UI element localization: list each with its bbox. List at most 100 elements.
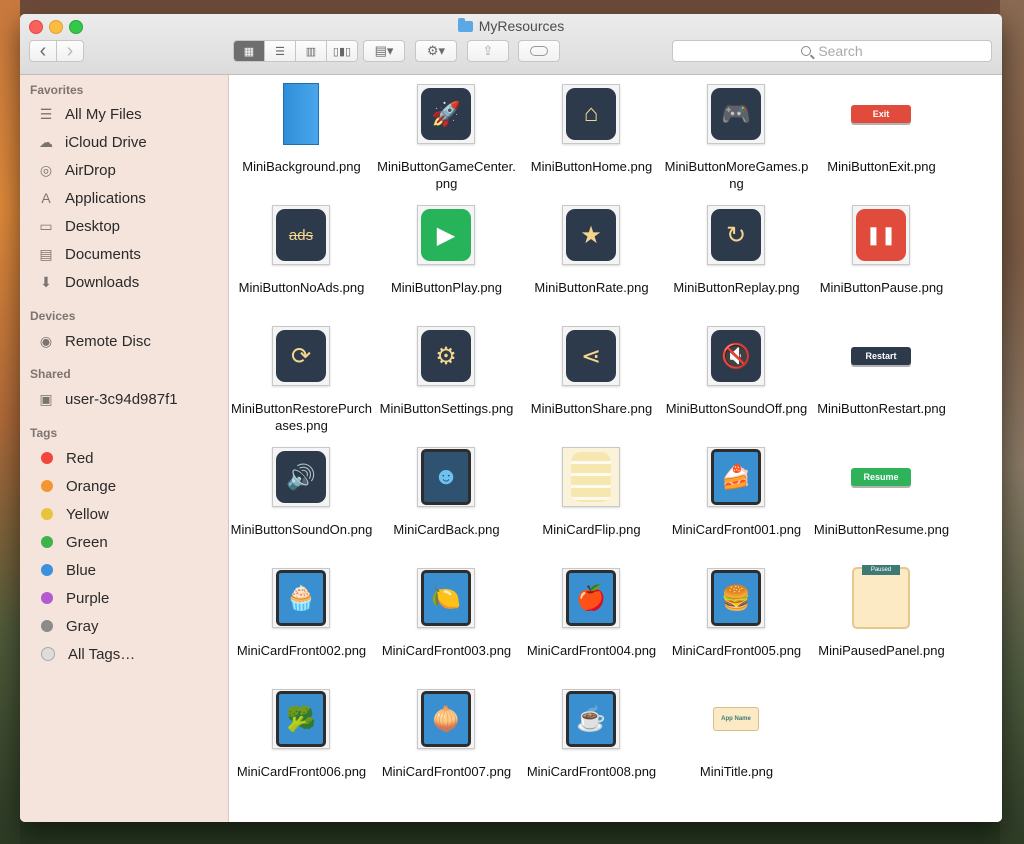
file-item[interactable]: 🍔 MiniCardFront005.png bbox=[664, 559, 809, 680]
sidebar-item-red[interactable]: Red bbox=[36, 445, 94, 471]
all-files-icon: ☰ bbox=[39, 105, 53, 122]
paused-panel-label: Paused bbox=[862, 565, 900, 575]
file-item[interactable]: ⚙ MiniButtonSettings.png bbox=[374, 317, 519, 438]
icon-view-button[interactable]: ▦ bbox=[234, 41, 265, 61]
file-item[interactable]: ☕ MiniCardFront008.png bbox=[519, 680, 664, 801]
file-thumbnail: 🧅 bbox=[416, 688, 476, 750]
sidebar-item-all-tags[interactable]: All Tags… bbox=[36, 641, 135, 667]
file-name: MiniCardFront002.png bbox=[236, 643, 367, 658]
file-thumbnail: ⋖ bbox=[561, 325, 621, 387]
file-item[interactable]: Restart MiniButtonRestart.png bbox=[809, 317, 954, 438]
file-item[interactable]: 🍰 MiniCardFront001.png bbox=[664, 438, 809, 559]
view-mode-control: ▦ ☰ ▥ ▯▮▯ bbox=[233, 40, 358, 62]
green-tag-dot bbox=[41, 536, 53, 548]
share-icon: ⇪ bbox=[482, 43, 494, 58]
sidebar-item-purple[interactable]: Purple bbox=[36, 585, 109, 611]
file-item[interactable]: 🥦 MiniCardFront006.png bbox=[229, 680, 374, 801]
red-tag-dot bbox=[41, 452, 53, 464]
sidebar-item-blue[interactable]: Blue bbox=[36, 557, 96, 583]
sidebar-item-yellow[interactable]: Yellow bbox=[36, 501, 109, 527]
cloud-icon: ☁ bbox=[39, 133, 53, 150]
sidebar-item-gray[interactable]: Gray bbox=[36, 613, 99, 639]
file-item[interactable]: ★ MiniButtonRate.png bbox=[519, 196, 664, 317]
sidebar-item-documents[interactable]: ▤ Documents bbox=[36, 241, 141, 267]
sidebar-item-remote-disc[interactable]: ◉ Remote Disc bbox=[36, 328, 151, 354]
sidebar-item-label: Yellow bbox=[66, 505, 109, 523]
file-item[interactable]: 🔊 MiniButtonSoundOn.png bbox=[229, 438, 374, 559]
sidebar-item-airdrop[interactable]: ◎ AirDrop bbox=[36, 157, 116, 183]
disc-icon: ◉ bbox=[39, 332, 53, 349]
file-thumbnail: 🍔 bbox=[706, 567, 766, 629]
share-button[interactable]: ⇪ bbox=[467, 40, 509, 62]
file-thumbnail: ⚙ bbox=[416, 325, 476, 387]
file-item[interactable]: ⋖ MiniButtonShare.png bbox=[519, 317, 664, 438]
file-name: MiniCardFront001.png bbox=[671, 522, 802, 537]
card-tile: ☕ bbox=[562, 689, 620, 749]
list-view-button[interactable]: ☰ bbox=[265, 41, 296, 61]
file-item[interactable]: 🧅 MiniCardFront007.png bbox=[374, 680, 519, 801]
file-item[interactable]: ▶ MiniButtonPlay.png bbox=[374, 196, 519, 317]
columns-icon: ▥ bbox=[305, 45, 317, 58]
back-button[interactable]: ‹ bbox=[29, 40, 57, 62]
sidebar-item-desktop[interactable]: ▭ Desktop bbox=[36, 213, 120, 239]
button-tile: ▶ bbox=[417, 205, 475, 265]
sidebar-item-label: Remote Disc bbox=[65, 332, 151, 350]
sidebar-item-icloud-drive[interactable]: ☁ iCloud Drive bbox=[36, 129, 147, 155]
file-item[interactable]: App Name MiniTitle.png bbox=[664, 680, 809, 801]
file-item[interactable]: ⟳ MiniButtonRestorePurchases.png bbox=[229, 317, 374, 438]
minicardfront002-icon: 🧁 bbox=[276, 570, 326, 626]
forward-button[interactable]: › bbox=[56, 40, 84, 62]
file-name: MiniButtonSoundOff.png bbox=[665, 401, 808, 416]
file-item[interactable]: Paused MiniPausedPanel.png bbox=[809, 559, 954, 680]
tags-button[interactable] bbox=[518, 40, 560, 62]
file-thumbnail: ☻ bbox=[416, 446, 476, 508]
file-item[interactable]: 🔇 MiniButtonSoundOff.png bbox=[664, 317, 809, 438]
minicardfront004-icon: 🍎 bbox=[566, 570, 616, 626]
file-item[interactable]: MiniBackground.png bbox=[229, 75, 374, 196]
minicardfront005-icon: 🍔 bbox=[711, 570, 761, 626]
all-tags-tag-dot bbox=[41, 647, 55, 661]
file-item[interactable]: ❚❚ MiniButtonPause.png bbox=[809, 196, 954, 317]
file-item[interactable]: ☻ MiniCardBack.png bbox=[374, 438, 519, 559]
file-item[interactable]: ⌂ MiniButtonHome.png bbox=[519, 75, 664, 196]
file-item[interactable]: ads MiniButtonNoAds.png bbox=[229, 196, 374, 317]
file-item[interactable]: 🎮 MiniButtonMoreGames.png bbox=[664, 75, 809, 196]
column-view-button[interactable]: ▥ bbox=[296, 41, 327, 61]
search-field[interactable]: Search bbox=[672, 40, 992, 62]
file-name: MiniPausedPanel.png bbox=[818, 643, 945, 658]
file-item[interactable]: Exit MiniButtonExit.png bbox=[809, 75, 954, 196]
file-item[interactable]: 🚀 MiniButtonGameCenter.png bbox=[374, 75, 519, 196]
file-thumbnail: 🥦 bbox=[271, 688, 331, 750]
arrange-button[interactable]: ▤▾ bbox=[363, 40, 405, 62]
card-flip-icon bbox=[562, 447, 620, 507]
file-item[interactable]: 🧁 MiniCardFront002.png bbox=[229, 559, 374, 680]
sidebar-item-label: Gray bbox=[66, 617, 99, 635]
action-button[interactable]: ⚙▾ bbox=[415, 40, 457, 62]
sidebar-item-green[interactable]: Green bbox=[36, 529, 108, 555]
file-item[interactable]: Resume MiniButtonResume.png bbox=[809, 438, 954, 559]
sidebar-item-label: Purple bbox=[66, 589, 110, 607]
file-item[interactable]: MiniCardFlip.png bbox=[519, 438, 664, 559]
minicardfront001-icon: 🍰 bbox=[711, 449, 761, 505]
sidebar-item-shared-computer[interactable]: ▣ user-3c94d987f1 bbox=[36, 386, 177, 412]
minibuttonhome-icon: ⌂ bbox=[566, 88, 616, 140]
chevron-right-icon: › bbox=[66, 40, 74, 62]
paused-panel-icon: Paused bbox=[852, 565, 910, 629]
sidebar-item-applications[interactable]: A Applications bbox=[36, 185, 146, 211]
sidebar-item-orange[interactable]: Orange bbox=[36, 473, 116, 499]
sidebar-item-label: Applications bbox=[65, 189, 146, 207]
sidebar-item-downloads[interactable]: ⬇ Downloads bbox=[36, 269, 139, 295]
button-tile: ⟳ bbox=[272, 326, 330, 386]
button-tile: 🔇 bbox=[707, 326, 765, 386]
file-item[interactable]: 🍎 MiniCardFront004.png bbox=[519, 559, 664, 680]
cover-flow-view-button[interactable]: ▯▮▯ bbox=[327, 41, 357, 61]
file-thumbnail: Paused bbox=[851, 565, 911, 629]
file-item[interactable]: ↻ MiniButtonReplay.png bbox=[664, 196, 809, 317]
file-item[interactable]: 🍋 MiniCardFront003.png bbox=[374, 559, 519, 680]
sidebar-item-label: Blue bbox=[66, 561, 97, 579]
card-tile: 🍰 bbox=[707, 447, 765, 507]
minicardfront008-icon: ☕ bbox=[566, 691, 616, 747]
sidebar-item-all-my-files[interactable]: ☰ All My Files bbox=[36, 101, 142, 127]
file-name: MiniButtonPlay.png bbox=[390, 280, 503, 295]
button-tile: ⌂ bbox=[562, 84, 620, 144]
